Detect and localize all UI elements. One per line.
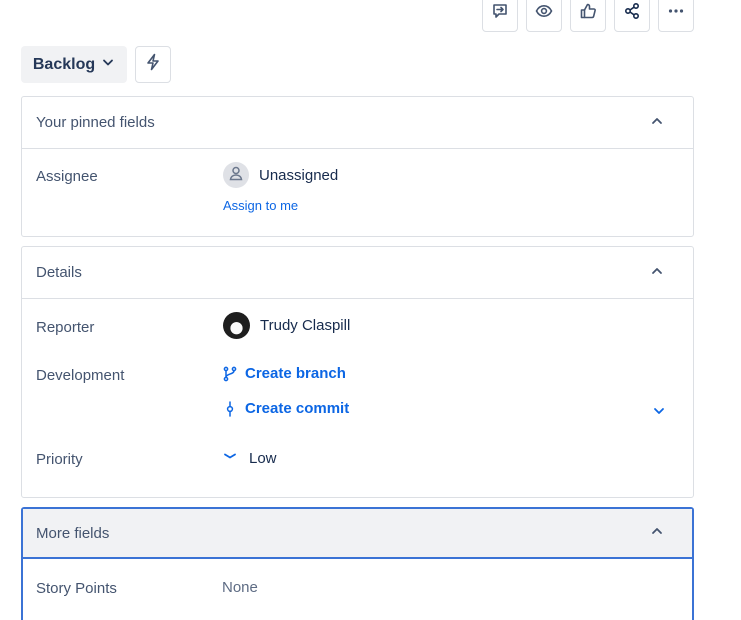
more-fields-header[interactable]: More fields [23, 509, 692, 559]
priority-low-icon [223, 449, 237, 467]
lightning-bolt-icon [144, 53, 162, 76]
status-dropdown-button[interactable]: Backlog [21, 46, 127, 83]
like-button[interactable] [570, 0, 606, 32]
create-branch-link[interactable]: Create branch [223, 365, 346, 382]
create-commit-label: Create commit [245, 400, 350, 417]
more-fields-title: More fields [36, 524, 110, 542]
chevron-up-icon [649, 113, 679, 133]
assignee-value: Unassigned [259, 166, 339, 184]
feedback-button[interactable] [482, 0, 518, 32]
branch-icon [223, 366, 237, 382]
story-points-value[interactable]: None [222, 579, 258, 596]
pinned-fields-panel: Your pinned fields Assignee Unassigned A… [21, 96, 694, 237]
eye-icon [535, 2, 553, 25]
pinned-fields-header[interactable]: Your pinned fields [22, 97, 693, 149]
reporter-field[interactable]: Trudy Claspill [223, 312, 350, 339]
priority-field[interactable]: Low [223, 449, 277, 467]
details-title: Details [36, 264, 82, 281]
automation-button[interactable] [135, 46, 171, 83]
comment-arrow-icon [491, 2, 509, 25]
story-points-label: Story Points [36, 580, 117, 597]
share-button[interactable] [614, 0, 650, 32]
development-label: Development [36, 367, 125, 384]
more-fields-panel: More fields Story Points None [21, 507, 694, 620]
more-horizontal-icon [667, 2, 685, 25]
create-commit-link[interactable]: Create commit [223, 400, 349, 417]
assignee-field[interactable]: Unassigned [223, 162, 338, 188]
watch-button[interactable] [526, 0, 562, 32]
status-label: Backlog [32, 55, 96, 73]
create-branch-label: Create branch [245, 365, 346, 382]
reporter-value: Trudy Claspill [260, 317, 351, 334]
pinned-fields-title: Your pinned fields [36, 114, 155, 131]
priority-value: Low [249, 449, 277, 467]
details-header[interactable]: Details [22, 247, 693, 299]
person-icon [228, 165, 244, 185]
thumbs-up-icon [579, 2, 597, 25]
assignee-label: Assignee [36, 168, 98, 185]
share-icon [623, 2, 641, 25]
chevron-down-icon[interactable] [651, 403, 667, 419]
priority-label: Priority [36, 451, 83, 468]
details-panel: Details Reporter Trudy Claspill Developm… [21, 246, 694, 498]
assign-to-me-link[interactable]: Assign to me [223, 198, 298, 213]
commit-icon [223, 400, 237, 417]
chevron-up-icon [649, 263, 679, 283]
avatar [223, 162, 249, 188]
more-actions-button[interactable] [658, 0, 694, 32]
chevron-down-icon [101, 55, 115, 74]
reporter-label: Reporter [36, 319, 95, 336]
chevron-up-icon [649, 523, 679, 543]
avatar [223, 312, 250, 339]
